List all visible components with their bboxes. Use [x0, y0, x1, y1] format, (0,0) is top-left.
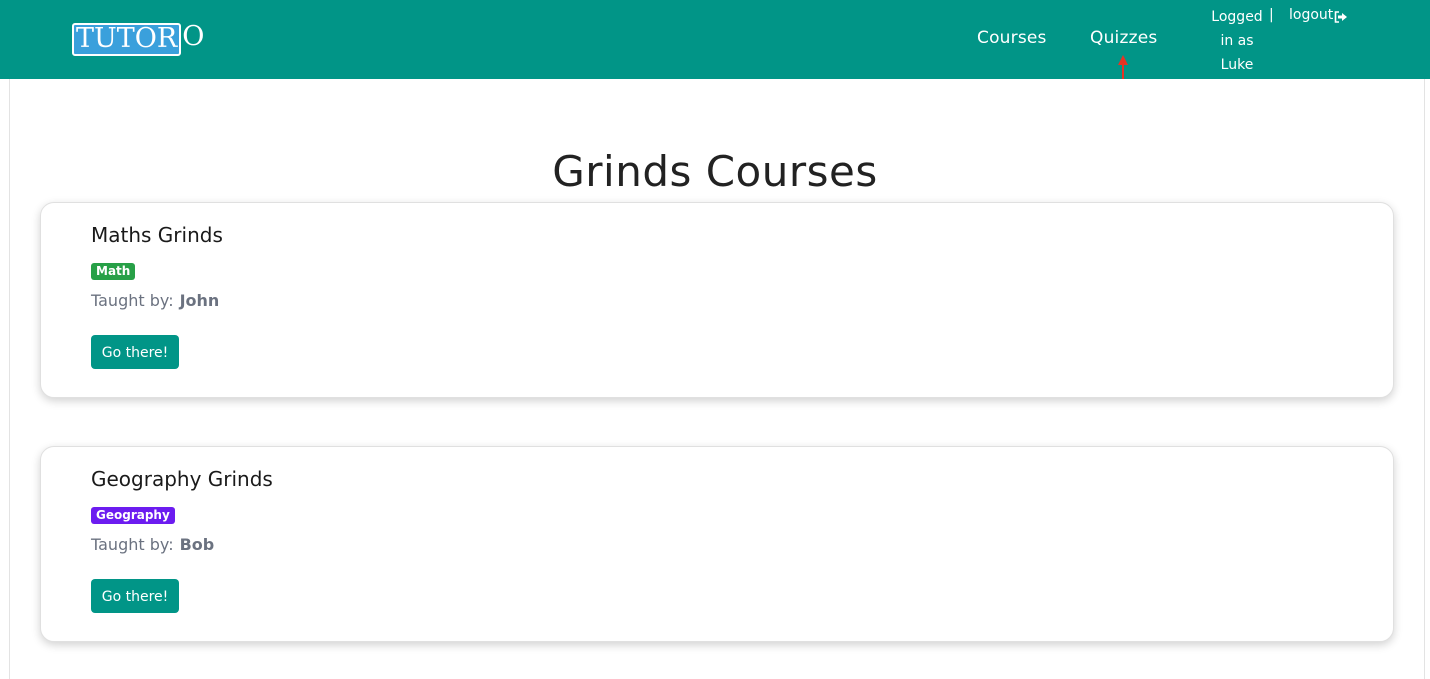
teacher-name: John	[179, 291, 220, 310]
logout-link[interactable]: logout	[1289, 5, 1348, 25]
taught-by-label: Taught by:	[91, 291, 174, 310]
subject-badge: Geography	[91, 507, 175, 524]
logged-in-status: Logged in as Luke	[1205, 5, 1269, 77]
logged-in-line1: Logged	[1211, 9, 1263, 25]
subject-badge: Math	[91, 263, 136, 280]
teacher-name: Bob	[179, 535, 215, 554]
top-navbar: TUTOR O Courses Quizzes Logged in as Luke…	[0, 0, 1430, 79]
course-card: Geography Grinds Geography Taught by: Bob…	[40, 446, 1394, 642]
taught-by-text: Taught by: John	[91, 290, 219, 312]
course-title: Maths Grinds	[91, 223, 223, 247]
taught-by-label: Taught by:	[91, 535, 174, 554]
nav-courses-link[interactable]: Courses	[977, 27, 1047, 49]
taught-by-text: Taught by: Bob	[91, 534, 214, 556]
logo-tail-text: O	[182, 21, 205, 52]
nav-quizzes-link[interactable]: Quizzes	[1090, 27, 1157, 49]
page-title: Grinds Courses	[552, 147, 878, 196]
go-there-button[interactable]: Go there!	[91, 335, 179, 369]
tutoro-logo[interactable]: TUTOR O	[72, 22, 204, 56]
logout-icon	[1334, 9, 1348, 23]
course-card: Maths Grinds Math Taught by: John Go ther…	[40, 202, 1394, 398]
logout-label: logout	[1289, 7, 1334, 23]
logged-in-line2: in as	[1220, 33, 1254, 49]
nav-separator: |	[1269, 7, 1274, 23]
go-there-button[interactable]: Go there!	[91, 579, 179, 613]
logo-boxed-text: TUTOR	[72, 23, 182, 56]
logged-in-username: Luke	[1220, 57, 1254, 73]
course-title: Geography Grinds	[91, 467, 273, 491]
